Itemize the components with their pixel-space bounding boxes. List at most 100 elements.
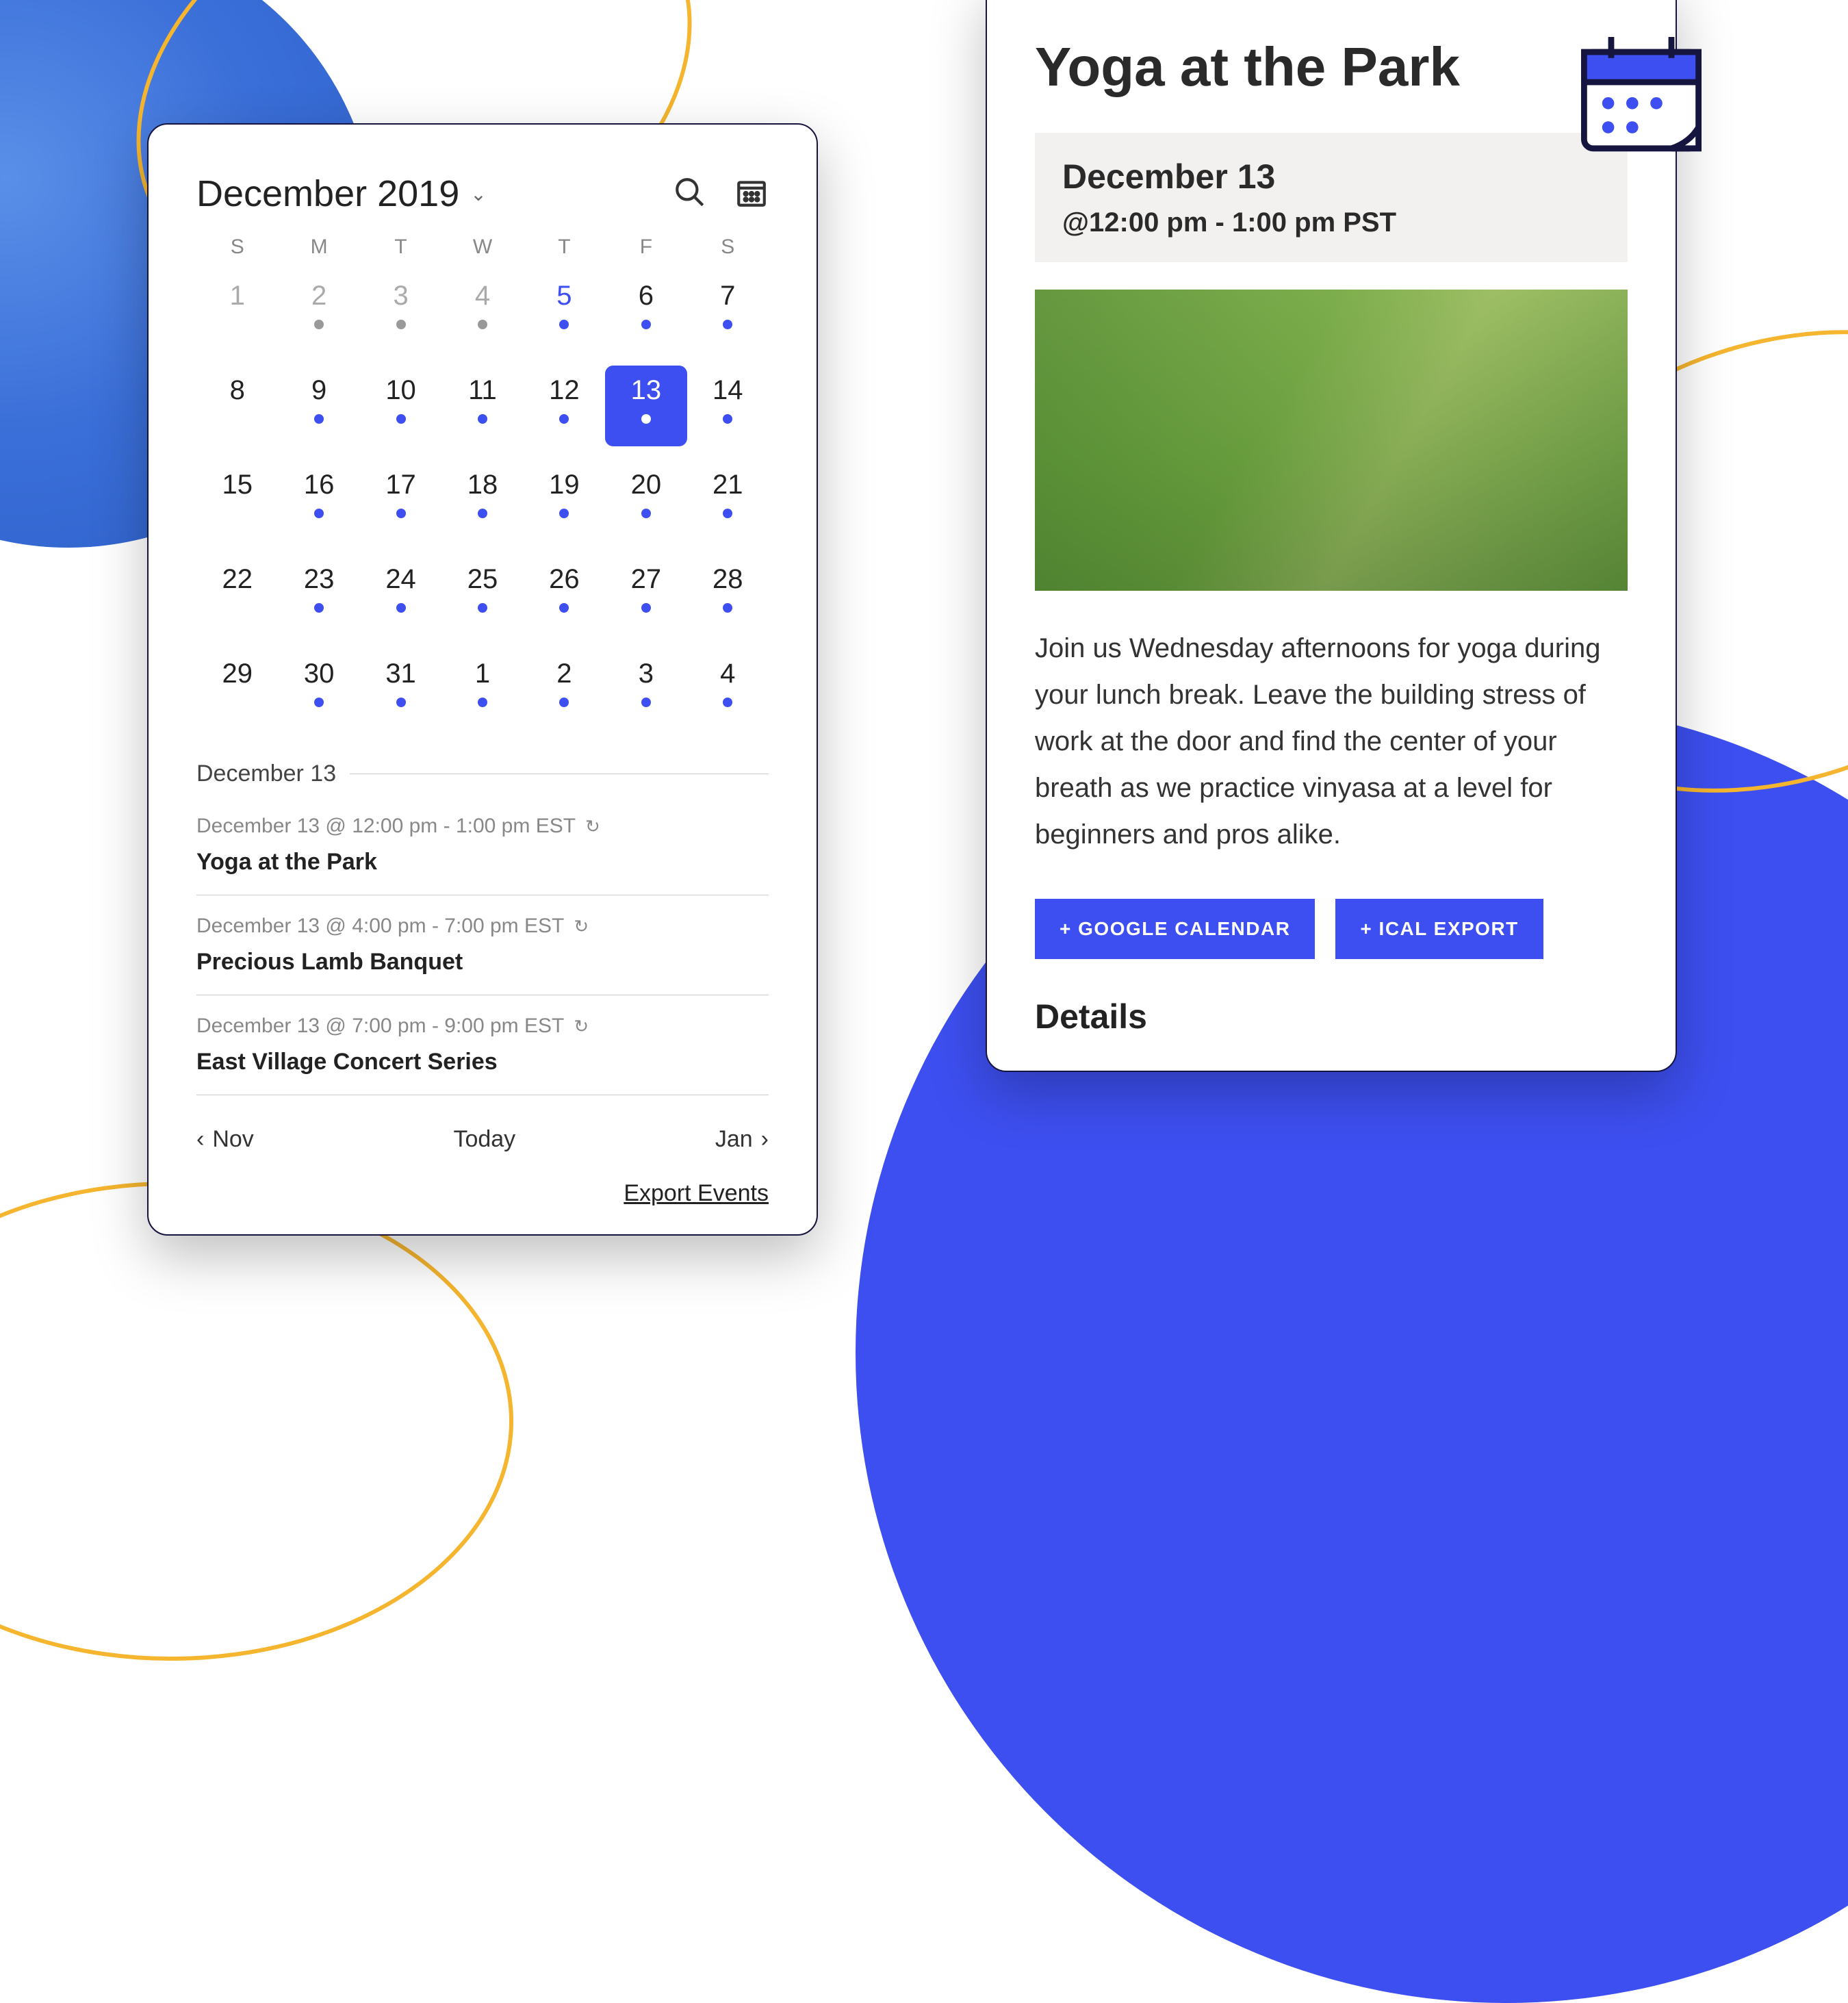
weekday-label: T xyxy=(360,235,441,259)
day-number: 31 xyxy=(385,659,416,689)
day-number: 15 xyxy=(222,470,253,500)
day-number: 3 xyxy=(639,659,654,689)
day-number: 29 xyxy=(222,659,253,689)
event-dot xyxy=(314,320,324,329)
calendar-day[interactable]: 12 xyxy=(524,366,605,446)
day-number: 26 xyxy=(549,564,580,595)
event-dot xyxy=(396,509,406,518)
calendar-card: December 2019 ⌄ SMTWTFS 1234567891011121… xyxy=(147,123,818,1236)
calendar-day[interactable]: 10 xyxy=(360,366,441,446)
calendar-day[interactable]: 13 xyxy=(605,366,686,446)
export-events-link[interactable]: Export Events xyxy=(196,1180,769,1207)
event-item[interactable]: December 13 @ 12:00 pm - 1:00 pm EST↻Yog… xyxy=(196,795,769,895)
event-dot xyxy=(478,698,487,707)
weekday-label: F xyxy=(605,235,686,259)
event-item[interactable]: December 13 @ 7:00 pm - 9:00 pm EST↻East… xyxy=(196,995,769,1095)
next-month[interactable]: Jan › xyxy=(715,1126,769,1153)
details-heading: Details xyxy=(1035,997,1628,1036)
weekday-label: S xyxy=(196,235,278,259)
calendar-grid: 1234567891011121314151617181920212223242… xyxy=(196,271,769,730)
event-dot xyxy=(641,698,651,707)
event-list: December 13 December 13 @ 12:00 pm - 1:0… xyxy=(196,761,769,1095)
calendar-day[interactable]: 2 xyxy=(278,271,359,352)
day-number: 3 xyxy=(393,281,408,311)
chevron-right-icon: › xyxy=(761,1126,769,1153)
calendar-day[interactable]: 9 xyxy=(278,366,359,446)
calendar-day[interactable]: 24 xyxy=(360,554,441,635)
calendar-day[interactable]: 29 xyxy=(196,649,278,730)
event-dot xyxy=(396,603,406,613)
event-datetime-box: December 13 @12:00 pm - 1:00 pm PST xyxy=(1035,133,1628,262)
day-number: 20 xyxy=(631,470,662,500)
day-number: 1 xyxy=(475,659,490,689)
month-title: December 2019 xyxy=(196,173,459,215)
calendar-day[interactable]: 5 xyxy=(524,271,605,352)
event-image xyxy=(1035,290,1628,591)
day-number: 19 xyxy=(549,470,580,500)
next-month-label: Jan xyxy=(715,1126,753,1153)
day-number: 23 xyxy=(304,564,335,595)
bg-ring xyxy=(0,1182,513,1661)
calendar-day[interactable]: 4 xyxy=(441,271,523,352)
event-item[interactable]: December 13 @ 4:00 pm - 7:00 pm EST↻Prec… xyxy=(196,895,769,995)
today-button[interactable] xyxy=(734,175,769,213)
today-link[interactable]: Today xyxy=(453,1126,515,1153)
calendar-day[interactable]: 14 xyxy=(687,366,769,446)
calendar-day[interactable]: 18 xyxy=(441,460,523,541)
event-dot xyxy=(559,509,569,518)
event-dot xyxy=(723,509,732,518)
event-title-label: Precious Lamb Banquet xyxy=(196,949,769,975)
search-button[interactable] xyxy=(673,175,707,213)
calendar-day[interactable]: 17 xyxy=(360,460,441,541)
calendar-day[interactable]: 20 xyxy=(605,460,686,541)
event-time: @12:00 pm - 1:00 pm PST xyxy=(1062,207,1600,238)
event-dot xyxy=(641,414,651,424)
calendar-day[interactable]: 28 xyxy=(687,554,769,635)
event-dot xyxy=(478,509,487,518)
day-number: 8 xyxy=(230,375,245,406)
calendar-day[interactable]: 16 xyxy=(278,460,359,541)
prev-month[interactable]: ‹ Nov xyxy=(196,1126,254,1153)
event-dot xyxy=(396,320,406,329)
event-dot xyxy=(314,603,324,613)
day-number: 2 xyxy=(556,659,572,689)
event-dot xyxy=(314,509,324,518)
calendar-day[interactable]: 22 xyxy=(196,554,278,635)
day-number: 9 xyxy=(311,375,326,406)
calendar-day[interactable]: 4 xyxy=(687,649,769,730)
calendar-day[interactable]: 3 xyxy=(360,271,441,352)
day-number: 14 xyxy=(713,375,743,406)
calendar-day[interactable]: 6 xyxy=(605,271,686,352)
calendar-day[interactable]: 3 xyxy=(605,649,686,730)
day-number: 1 xyxy=(230,281,245,311)
event-dot xyxy=(723,698,732,707)
ical-export-button[interactable]: + ICAL EXPORT xyxy=(1335,899,1543,959)
calendar-day[interactable]: 23 xyxy=(278,554,359,635)
event-detail-card: Yoga at the Park December 13 @12:00 pm -… xyxy=(986,0,1677,1072)
calendar-day[interactable]: 15 xyxy=(196,460,278,541)
calendar-day[interactable]: 8 xyxy=(196,366,278,446)
calendar-day[interactable]: 2 xyxy=(524,649,605,730)
calendar-day[interactable]: 19 xyxy=(524,460,605,541)
event-dot xyxy=(314,414,324,424)
calendar-day[interactable]: 26 xyxy=(524,554,605,635)
day-number: 28 xyxy=(713,564,743,595)
calendar-day[interactable]: 7 xyxy=(687,271,769,352)
calendar-day[interactable]: 21 xyxy=(687,460,769,541)
google-calendar-button[interactable]: + GOOGLE CALENDAR xyxy=(1035,899,1315,959)
weekday-header: SMTWTFS xyxy=(196,235,769,259)
calendar-day[interactable]: 1 xyxy=(196,271,278,352)
event-title-label: Yoga at the Park xyxy=(196,849,769,876)
calendar-day[interactable]: 1 xyxy=(441,649,523,730)
calendar-day[interactable]: 11 xyxy=(441,366,523,446)
month-picker[interactable]: December 2019 ⌄ xyxy=(196,173,487,215)
calendar-day[interactable]: 31 xyxy=(360,649,441,730)
calendar-day[interactable]: 25 xyxy=(441,554,523,635)
event-dot xyxy=(559,320,569,329)
calendar-day[interactable]: 27 xyxy=(605,554,686,635)
repeat-icon: ↻ xyxy=(574,1016,589,1037)
weekday-label: S xyxy=(687,235,769,259)
day-number: 12 xyxy=(549,375,580,406)
day-number: 25 xyxy=(467,564,498,595)
calendar-day[interactable]: 30 xyxy=(278,649,359,730)
